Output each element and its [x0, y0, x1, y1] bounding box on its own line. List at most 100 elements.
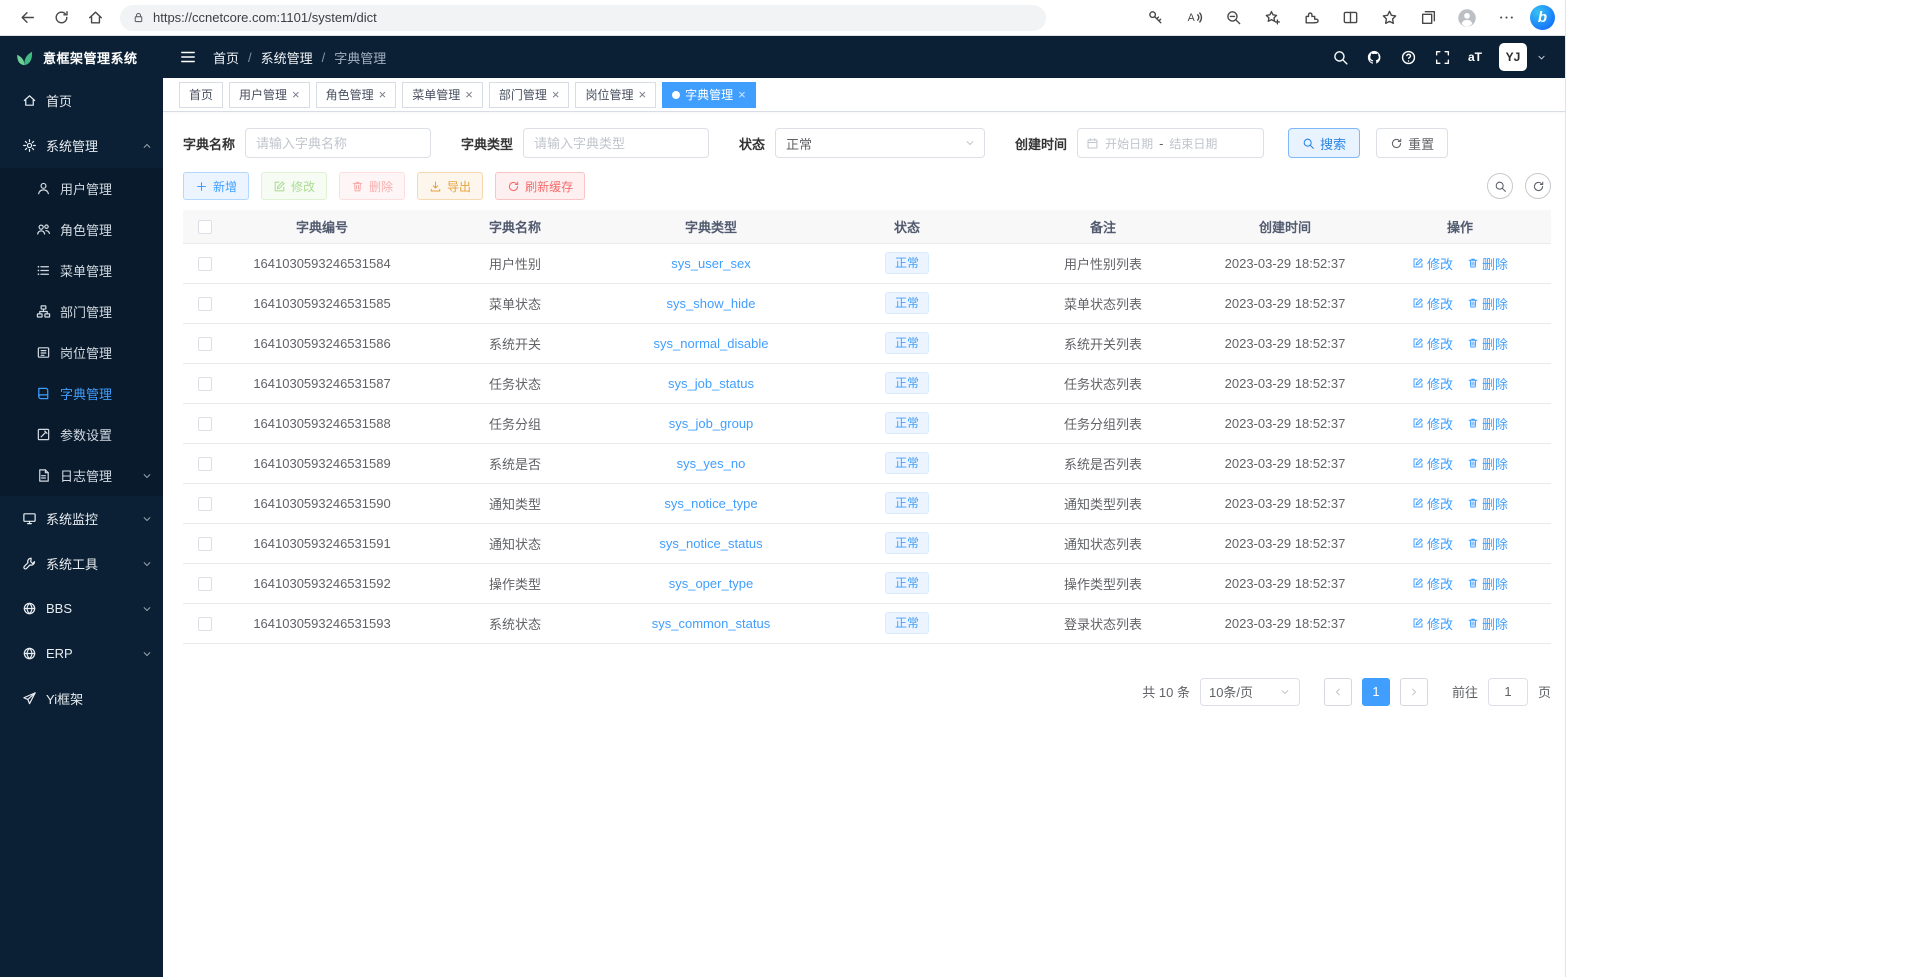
row-edit-button[interactable]: 修改: [1412, 574, 1453, 593]
page-number-button[interactable]: 1: [1362, 678, 1390, 706]
search-button[interactable]: 搜索: [1288, 128, 1360, 158]
breadcrumb-item[interactable]: 首页: [213, 48, 239, 67]
row-checkbox[interactable]: [198, 577, 212, 591]
view-tab[interactable]: 部门管理×: [489, 82, 570, 108]
row-edit-button[interactable]: 修改: [1412, 374, 1453, 393]
browser-address-bar[interactable]: https://ccnetcore.com:1101/system/dict: [120, 5, 1046, 31]
extensions-icon[interactable]: [1296, 4, 1326, 32]
row-delete-button[interactable]: 删除: [1467, 454, 1508, 473]
row-checkbox[interactable]: [198, 257, 212, 271]
dict-type-link[interactable]: sys_yes_no: [677, 456, 746, 471]
sidebar-item-post[interactable]: 岗位管理: [0, 332, 163, 373]
dict-type-link[interactable]: sys_notice_status: [659, 536, 762, 551]
row-edit-button[interactable]: 修改: [1412, 334, 1453, 353]
close-icon[interactable]: ×: [379, 88, 387, 101]
add-favorite-icon[interactable]: [1257, 4, 1287, 32]
toggle-search-icon[interactable]: [1487, 173, 1513, 199]
row-delete-button[interactable]: 删除: [1467, 374, 1508, 393]
delete-button[interactable]: 删除: [339, 172, 405, 200]
breadcrumb-item[interactable]: 字典管理: [334, 48, 386, 67]
export-button[interactable]: 导出: [417, 172, 483, 200]
collections-icon[interactable]: [1413, 4, 1443, 32]
favorites-icon[interactable]: [1374, 4, 1404, 32]
row-checkbox[interactable]: [198, 457, 212, 471]
view-tab[interactable]: 岗位管理×: [575, 82, 656, 108]
chevron-down-icon[interactable]: [1536, 52, 1547, 63]
add-button[interactable]: 新增: [183, 172, 249, 200]
view-tab[interactable]: 菜单管理×: [402, 82, 483, 108]
sidebar-item-monitor[interactable]: 系统监控: [0, 496, 163, 541]
sidebar-item-dept[interactable]: 部门管理: [0, 291, 163, 332]
browser-menu-icon[interactable]: [1491, 4, 1521, 32]
goto-page-input[interactable]: [1488, 678, 1528, 706]
close-icon[interactable]: ×: [738, 88, 746, 101]
dict-type-link[interactable]: sys_show_hide: [667, 296, 756, 311]
close-icon[interactable]: ×: [638, 88, 646, 101]
close-icon[interactable]: ×: [465, 88, 473, 101]
row-edit-button[interactable]: 修改: [1412, 454, 1453, 473]
dict-type-link[interactable]: sys_user_sex: [671, 256, 750, 271]
dict-type-link[interactable]: sys_common_status: [652, 616, 771, 631]
copilot-icon[interactable]: b: [1530, 5, 1555, 30]
row-delete-button[interactable]: 删除: [1467, 414, 1508, 433]
user-avatar[interactable]: YJ: [1499, 43, 1527, 71]
view-tab[interactable]: 首页: [179, 82, 223, 108]
row-edit-button[interactable]: 修改: [1412, 494, 1453, 513]
view-tab[interactable]: 角色管理×: [316, 82, 397, 108]
row-edit-button[interactable]: 修改: [1412, 614, 1453, 633]
view-tab[interactable]: 用户管理×: [229, 82, 310, 108]
select-all-checkbox[interactable]: [198, 220, 212, 234]
close-icon[interactable]: ×: [292, 88, 300, 101]
browser-profile-avatar[interactable]: [1452, 4, 1482, 32]
row-edit-button[interactable]: 修改: [1412, 534, 1453, 553]
row-edit-button[interactable]: 修改: [1412, 414, 1453, 433]
read-aloud-icon[interactable]: A: [1179, 4, 1209, 32]
view-tab[interactable]: 字典管理×: [662, 82, 756, 108]
sidebar-item-yi[interactable]: Yi框架: [0, 676, 163, 721]
row-delete-button[interactable]: 删除: [1467, 334, 1508, 353]
dict-type-link[interactable]: sys_notice_type: [664, 496, 757, 511]
row-delete-button[interactable]: 删除: [1467, 534, 1508, 553]
refresh-table-icon[interactable]: [1525, 173, 1551, 199]
row-checkbox[interactable]: [198, 297, 212, 311]
row-checkbox[interactable]: [198, 417, 212, 431]
row-delete-button[interactable]: 删除: [1467, 294, 1508, 313]
sidebar-item-home[interactable]: 首页: [0, 78, 163, 123]
browser-home-button[interactable]: [78, 4, 112, 32]
dict-type-link[interactable]: sys_normal_disable: [654, 336, 769, 351]
browser-back-button[interactable]: [10, 4, 44, 32]
page-size-select[interactable]: 10条/页: [1200, 678, 1300, 706]
sidebar-item-user[interactable]: 用户管理: [0, 168, 163, 209]
row-delete-button[interactable]: 删除: [1467, 494, 1508, 513]
row-delete-button[interactable]: 删除: [1467, 574, 1508, 593]
reset-button[interactable]: 重置: [1376, 128, 1448, 158]
help-icon[interactable]: [1400, 49, 1417, 66]
prev-page-button[interactable]: [1324, 678, 1352, 706]
row-checkbox[interactable]: [198, 537, 212, 551]
status-select[interactable]: 正常: [775, 128, 985, 158]
breadcrumb-item[interactable]: 系统管理: [261, 48, 313, 67]
sidebar-item-log[interactable]: 日志管理: [0, 455, 163, 496]
dict-type-link[interactable]: sys_job_status: [668, 376, 754, 391]
split-screen-icon[interactable]: [1335, 4, 1365, 32]
row-delete-button[interactable]: 删除: [1467, 614, 1508, 633]
row-checkbox[interactable]: [198, 377, 212, 391]
close-icon[interactable]: ×: [552, 88, 560, 101]
header-search-icon[interactable]: [1332, 49, 1349, 66]
font-size-icon[interactable]: aT: [1468, 50, 1482, 64]
site-info-icon[interactable]: [132, 11, 145, 24]
zoom-out-icon[interactable]: [1218, 4, 1248, 32]
row-edit-button[interactable]: 修改: [1412, 294, 1453, 313]
sidebar-item-tools[interactable]: 系统工具: [0, 541, 163, 586]
sidebar-item-dict[interactable]: 字典管理: [0, 373, 163, 414]
browser-refresh-button[interactable]: [44, 4, 78, 32]
sidebar-item-menu[interactable]: 菜单管理: [0, 250, 163, 291]
row-checkbox[interactable]: [198, 617, 212, 631]
row-checkbox[interactable]: [198, 337, 212, 351]
sidebar-item-system[interactable]: 系统管理: [0, 123, 163, 168]
password-key-icon[interactable]: [1140, 4, 1170, 32]
dict-type-input[interactable]: [523, 128, 709, 158]
edit-button[interactable]: 修改: [261, 172, 327, 200]
date-range-picker[interactable]: 开始日期 - 结束日期: [1077, 128, 1264, 158]
row-edit-button[interactable]: 修改: [1412, 254, 1453, 273]
